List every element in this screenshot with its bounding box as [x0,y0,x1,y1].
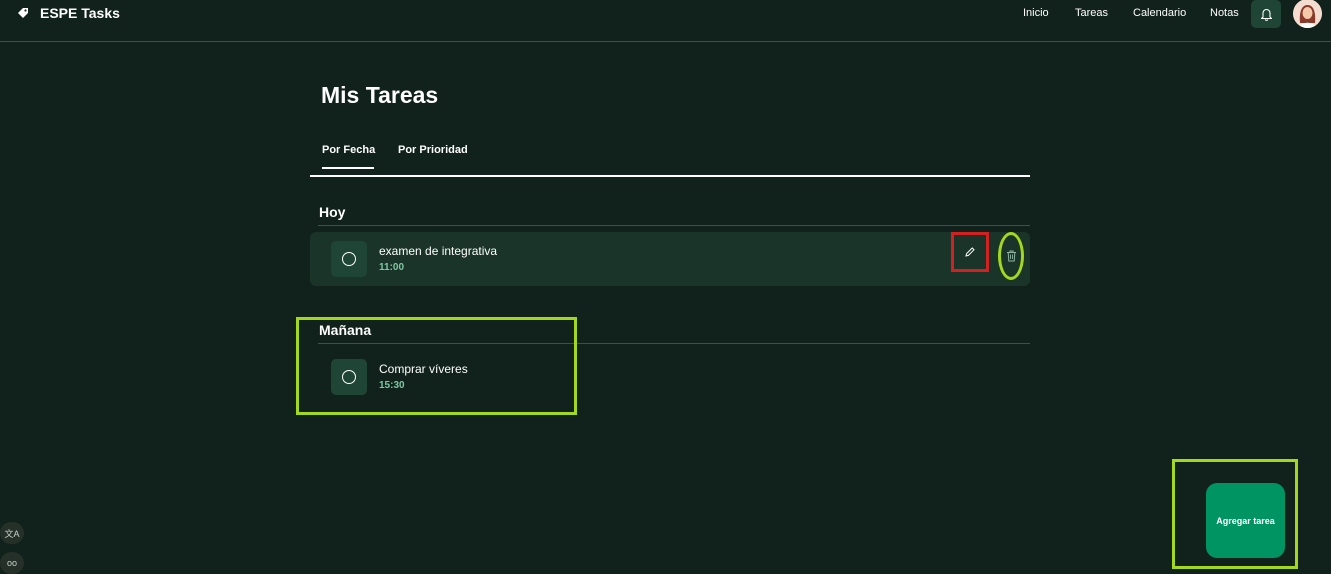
tab-por-fecha[interactable]: Por Fecha [322,144,375,156]
avatar-image [1293,0,1322,28]
bell-icon [1260,8,1272,21]
pencil-icon [965,247,975,257]
page-title: Mis Tareas [321,82,439,108]
nav-item-inicio[interactable]: Inicio [1023,7,1049,19]
active-tab-indicator [322,167,374,169]
task-row[interactable]: examen de integrativa 11:00 [310,232,1030,286]
complete-task-button[interactable] [331,241,367,277]
highlight-box [296,317,577,415]
section-divider [318,225,1030,226]
top-navbar: ESPE Tasks Inicio Tareas Calendario Nota… [0,0,1331,42]
task-time: 11:00 [379,262,405,273]
task-title: examen de integrativa [379,244,498,258]
edit-task-button[interactable] [951,232,989,272]
section-title-hoy: Hoy [319,204,346,220]
extension-icon[interactable]: oo [0,552,24,574]
nav-item-calendario[interactable]: Calendario [1133,7,1186,19]
brand[interactable]: ESPE Tasks [17,5,120,21]
nav-item-notas[interactable]: Notas [1210,7,1239,19]
tabs-divider [310,175,1030,177]
translate-icon[interactable]: 文A [0,522,24,544]
tab-por-prioridad[interactable]: Por Prioridad [398,144,468,156]
user-avatar[interactable] [1293,0,1322,28]
delete-task-button[interactable] [998,232,1024,280]
circle-icon [342,252,356,266]
add-task-button[interactable]: Agregar tarea [1206,483,1285,558]
notifications-button[interactable] [1251,0,1281,28]
tag-icon [18,8,28,18]
nav-item-tareas[interactable]: Tareas [1075,7,1108,19]
trash-icon [1006,250,1016,262]
app-name: ESPE Tasks [40,5,120,21]
